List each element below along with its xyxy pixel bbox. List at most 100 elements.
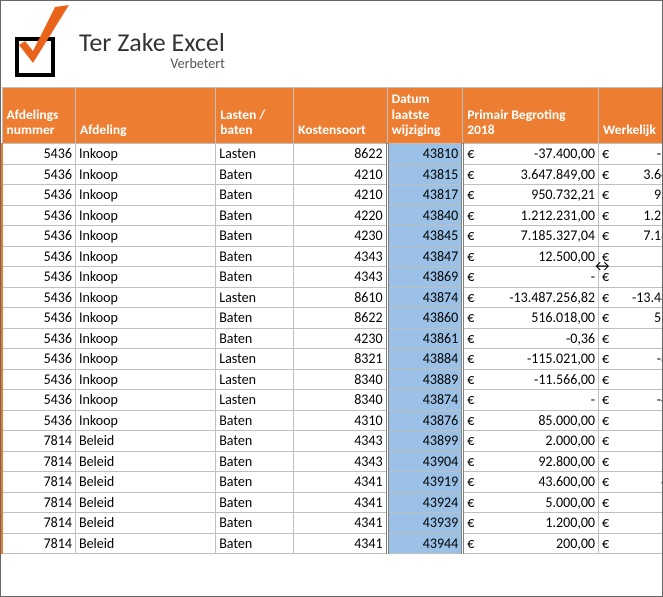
cell-primair-begroting[interactable]: €2.000,00 [463,431,599,452]
cell-datum[interactable]: 43876 [387,410,463,431]
cell-primair-begroting[interactable]: €-0,36 [463,328,599,349]
cell-afdelings-nummer[interactable]: 5436 [2,144,75,165]
cell-primair-begroting[interactable]: €-13.487.256,82 [463,287,599,308]
table-row[interactable]: 5436InkoopBaten434343847€12.500,00€12.50 [2,246,663,267]
cell-primair-begroting[interactable]: €92.800,00 [463,451,599,472]
col-datum-laatste-wijziging[interactable]: Datum laatste wijziging [387,88,463,144]
cell-kostensoort[interactable]: 4343 [294,267,387,288]
cell-afdelings-nummer[interactable]: 5436 [2,185,75,206]
table-row[interactable]: 5436InkoopBaten421043815€3.647.849,00€3.… [2,164,663,185]
cell-primair-begroting[interactable]: €- [463,267,599,288]
cell-lasten-baten[interactable]: Baten [216,533,294,554]
cell-afdelings-nummer[interactable]: 5436 [2,328,75,349]
table-row[interactable]: 5436InkoopBaten422043840€1.212.231,00€1.… [2,205,663,226]
cell-datum[interactable]: 43899 [387,431,463,452]
cell-datum[interactable]: 43845 [387,226,463,247]
cell-afdeling[interactable]: Inkoop [75,185,215,206]
cell-werkelijk[interactable]: €-13.487.25 [599,287,663,308]
cell-kostensoort[interactable]: 4210 [294,164,387,185]
cell-afdeling[interactable]: Inkoop [75,349,215,370]
table-row[interactable]: 5436InkoopBaten421043817€950.732,21€950.… [2,185,663,206]
cell-primair-begroting[interactable]: €7.185.327,04 [463,226,599,247]
data-table[interactable]: Afdelings nummer Afdeling Lasten / baten… [1,87,663,554]
cell-kostensoort[interactable]: 4341 [294,472,387,493]
cell-afdelings-nummer[interactable]: 5436 [2,390,75,411]
cell-lasten-baten[interactable]: Baten [216,472,294,493]
cell-datum[interactable]: 43840 [387,205,463,226]
table-row[interactable]: 7814BeleidBaten434343904€92.800,00€92.80 [2,451,663,472]
cell-lasten-baten[interactable]: Baten [216,226,294,247]
cell-werkelijk[interactable]: €50.00 [599,410,663,431]
cell-lasten-baten[interactable]: Baten [216,246,294,267]
col-afdeling[interactable]: Afdeling [75,88,215,144]
cell-werkelijk[interactable]: € [599,267,663,288]
cell-afdelings-nummer[interactable]: 7814 [2,533,75,554]
cell-kostensoort[interactable]: 4343 [294,451,387,472]
cell-lasten-baten[interactable]: Lasten [216,287,294,308]
cell-afdelings-nummer[interactable]: 5436 [2,308,75,329]
table-row[interactable]: 5436InkoopBaten434343869€-€ [2,267,663,288]
cell-lasten-baten[interactable]: Lasten [216,369,294,390]
cell-primair-begroting[interactable]: €516.018,00 [463,308,599,329]
cell-kostensoort[interactable]: 4341 [294,492,387,513]
table-row[interactable]: 7814BeleidBaten434143924€5.000,00€5.00 [2,492,663,513]
cell-afdelings-nummer[interactable]: 7814 [2,513,75,534]
cell-primair-begroting[interactable]: €1.212.231,00 [463,205,599,226]
cell-afdeling[interactable]: Inkoop [75,308,215,329]
table-row[interactable]: 5436InkoopLasten834043889€-11.566,00€ [2,369,663,390]
cell-primair-begroting[interactable]: €1.200,00 [463,513,599,534]
cell-werkelijk[interactable]: € [599,369,663,390]
cell-werkelijk[interactable]: €5.00 [599,492,663,513]
cell-kostensoort[interactable]: 4343 [294,246,387,267]
table-row[interactable]: 7814BeleidBaten434143939€1.200,00€1.20 [2,513,663,534]
cell-primair-begroting[interactable]: €200,00 [463,533,599,554]
cell-afdeling[interactable]: Beleid [75,533,215,554]
cell-afdelings-nummer[interactable]: 5436 [2,205,75,226]
table-row[interactable]: 5436InkoopLasten832143884€-115.021,00€-8… [2,349,663,370]
table-row[interactable]: 5436InkoopBaten862243860€516.018,00€516.… [2,308,663,329]
cell-kostensoort[interactable]: 8610 [294,287,387,308]
table-row[interactable]: 5436InkoopLasten834043874€-€-42.56 [2,390,663,411]
cell-afdeling[interactable]: Inkoop [75,287,215,308]
cell-kostensoort[interactable]: 8622 [294,144,387,165]
cell-kostensoort[interactable]: 4220 [294,205,387,226]
cell-datum[interactable]: 43810 [387,144,463,165]
cell-kostensoort[interactable]: 4230 [294,226,387,247]
cell-datum[interactable]: 43815 [387,164,463,185]
table-row[interactable]: 5436InkoopLasten861043874€-13.487.256,82… [2,287,663,308]
cell-afdeling[interactable]: Inkoop [75,144,215,165]
cell-afdelings-nummer[interactable]: 5436 [2,226,75,247]
cell-afdelings-nummer[interactable]: 7814 [2,431,75,452]
cell-kostensoort[interactable]: 8340 [294,369,387,390]
cell-afdelings-nummer[interactable]: 5436 [2,410,75,431]
col-lasten-baten[interactable]: Lasten / baten [216,88,294,144]
cell-werkelijk[interactable]: €3.647.84 [599,164,663,185]
cell-datum[interactable]: 43939 [387,513,463,534]
cell-afdelings-nummer[interactable]: 5436 [2,246,75,267]
cell-kostensoort[interactable]: 4210 [294,185,387,206]
cell-kostensoort[interactable]: 8622 [294,308,387,329]
table-row[interactable]: 5436InkoopBaten423043861€-0,36€ [2,328,663,349]
table-row[interactable]: 5436InkoopLasten862243810€-37.400,00€-37… [2,144,663,165]
cell-werkelijk[interactable]: €516.01 [599,308,663,329]
cell-datum[interactable]: 43817 [387,185,463,206]
table-row[interactable]: 7814BeleidBaten434143919€43.600,00€43.60 [2,472,663,493]
cell-werkelijk[interactable]: €20 [599,533,663,554]
cell-werkelijk[interactable]: €12.50 [599,246,663,267]
cell-primair-begroting[interactable]: €43.600,00 [463,472,599,493]
cell-afdelings-nummer[interactable]: 5436 [2,287,75,308]
cell-kostensoort[interactable]: 4341 [294,513,387,534]
cell-afdelings-nummer[interactable]: 5436 [2,349,75,370]
cell-lasten-baten[interactable]: Baten [216,451,294,472]
cell-afdeling[interactable]: Inkoop [75,246,215,267]
cell-datum[interactable]: 43924 [387,492,463,513]
cell-afdelings-nummer[interactable]: 5436 [2,164,75,185]
cell-afdeling[interactable]: Beleid [75,431,215,452]
cell-datum[interactable]: 43904 [387,451,463,472]
cell-primair-begroting[interactable]: €- [463,390,599,411]
cell-afdelings-nummer[interactable]: 5436 [2,369,75,390]
col-primair-begroting[interactable]: Primair Begroting 2018 [463,88,599,144]
cell-werkelijk[interactable]: €92.80 [599,451,663,472]
cell-datum[interactable]: 43847 [387,246,463,267]
cell-afdelings-nummer[interactable]: 7814 [2,451,75,472]
